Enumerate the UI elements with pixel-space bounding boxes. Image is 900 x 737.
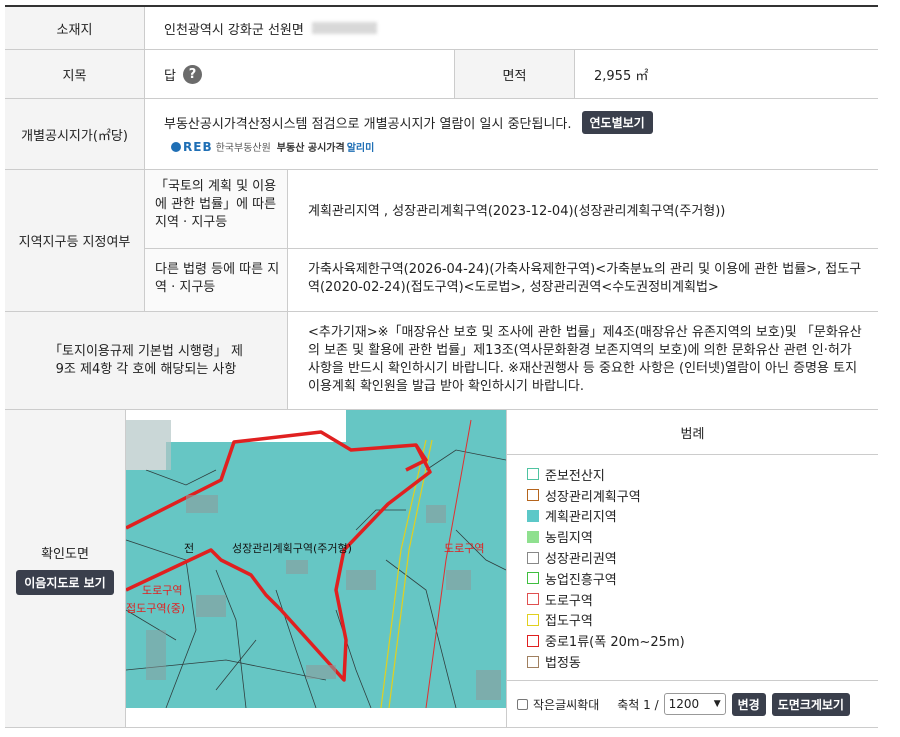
legend-item: 중로1류(폭 20m~25m)	[527, 630, 878, 651]
national-law-value: 계획관리지역 , 성장관리계획구역(2023-12-04)(성장관리계획구역(주…	[308, 203, 726, 219]
legend-swatch	[527, 468, 539, 481]
enforcement-value-cell: <추가기재>※「매장유산 보호 및 조사에 관한 법률」제4조(매장유산 유존지…	[288, 312, 878, 409]
map-label-road-left: 도로구역	[142, 584, 183, 597]
legend-label: 접도구역	[545, 614, 593, 630]
official-price-notice: 부동산공시가격산정시스템 점검으로 개별공시지가 열람이 일시 중단됩니다.	[164, 117, 572, 132]
row-map: 확인도면 이음지도로 보기 성장관리계획구역(주거형) 도로구역 전 도로구역 …	[5, 410, 878, 728]
legend-label: 성장관리권역	[545, 552, 617, 568]
map-label-zone: 성장관리계획구역(주거형)	[232, 542, 352, 555]
reb-logo-icon	[171, 141, 181, 152]
enforcement-label: 「토지이용규제 기본법 시행령」 제9조 제4항 각 호에 해당되는 사항	[49, 343, 243, 377]
legend-item: 성장관리계획구역	[527, 485, 878, 506]
reb-logo[interactable]: REB 한국부동산원 부동산 공시가격 알리미	[164, 139, 864, 154]
zoning-label: 지역지구등 지정여부	[5, 170, 145, 311]
scale-label: 축척 1 /	[617, 697, 659, 712]
scale-select-value: 1200	[668, 697, 700, 711]
reb-logo-org: 한국부동산원	[215, 143, 271, 154]
legend-item: 준보전산지	[527, 464, 878, 485]
chevron-down-icon: ▼	[713, 699, 721, 709]
legend-label: 계획관리지역	[545, 510, 617, 526]
reb-logo-service-accent: 알리미	[346, 143, 375, 154]
legend-label: 중로1류(폭 20m~25m)	[545, 635, 685, 651]
row-location: 소재지 인천광역시 강화군 선원면	[5, 7, 878, 50]
enforcement-value: <추가기재>※「매장유산 보호 및 조사에 관한 법률」제4조(매장유산 유존지…	[308, 325, 862, 394]
legend-label: 성장관리계획구역	[545, 489, 641, 505]
small-text-label: 작은글씨확대	[533, 697, 600, 712]
legend-item: 접도구역	[527, 610, 878, 631]
year-view-button[interactable]: 연도별보기	[581, 111, 653, 134]
national-law-label-cell: 「국토의 계획 및 이용에 관한 법률」에 따른 지역 · 지구등	[145, 170, 288, 249]
small-text-checkbox[interactable]	[517, 698, 528, 710]
legend-list: 준보전산지성장관리계획구역계획관리지역농림지역성장관리권역농업진흥구역도로구역접…	[507, 455, 878, 672]
large-map-button[interactable]: 도면크게보기	[771, 692, 850, 716]
row-category-area: 지목 답 ? 면적 2,955 ㎡	[5, 50, 878, 99]
area-label: 면적	[455, 50, 575, 98]
legend-swatch	[527, 489, 539, 502]
legend-item: 성장관리권역	[527, 547, 878, 568]
other-law-label: 다른 법령 등에 따른 지역 · 지구등	[155, 262, 280, 295]
other-law-value-cell: 가축사육제한구역(2026-04-24)(가축사육제한구역)<가축분뇨의 관리 …	[288, 249, 878, 311]
legend-swatch	[527, 572, 539, 585]
area-value: 2,955 ㎡	[594, 68, 649, 84]
map-image[interactable]: 성장관리계획구역(주거형) 도로구역 전 도로구역 접도구역(중)	[126, 410, 506, 708]
row-official-price: 개별공시지가(㎡당) 부동산공시가격산정시스템 점검으로 개별공시지가 열람이 …	[5, 99, 878, 170]
location-label: 소재지	[5, 7, 145, 49]
legend-item: 농업진흥구역	[527, 568, 878, 589]
official-price-label: 개별공시지가(㎡당)	[5, 99, 145, 169]
legend-label: 도로구역	[545, 593, 593, 609]
redacted-address	[311, 22, 377, 34]
row-zoning: 지역지구등 지정여부 「국토의 계획 및 이용에 관한 법률」에 따른 지역 ·…	[5, 170, 878, 312]
national-law-label: 「국토의 계획 및 이용에 관한 법률」에 따른 지역 · 지구등	[155, 179, 277, 230]
map-label-road-left2: 접도구역(중)	[126, 602, 186, 615]
legend-title: 범례	[507, 410, 878, 455]
legend-label: 법정동	[545, 656, 581, 672]
map-view-button[interactable]: 이음지도로 보기	[16, 569, 114, 595]
land-category-value: 답	[164, 68, 176, 84]
land-use-table: 소재지 인천광역시 강화군 선원면 지목 답 ? 면적 2,955 ㎡ 개별공시…	[5, 5, 878, 728]
map-svg	[126, 410, 506, 708]
scale-select[interactable]: 1200 ▼	[663, 693, 726, 715]
legend-item: 계획관리지역	[527, 506, 878, 527]
legend-label: 농업진흥구역	[545, 572, 617, 588]
map-label-parcel: 전	[184, 542, 195, 555]
location-value: 인천광역시 강화군 선원면	[145, 7, 377, 49]
question-icon[interactable]: ?	[182, 64, 202, 84]
map-label-cell: 확인도면 이음지도로 보기	[5, 410, 126, 727]
map-label-road: 도로구역	[444, 542, 485, 555]
legend-panel: 범례 준보전산지성장관리계획구역계획관리지역농림지역성장관리권역농업진흥구역도로…	[506, 410, 878, 680]
legend-label: 준보전산지	[545, 468, 605, 484]
land-category-value-cell: 답 ?	[145, 50, 455, 98]
reb-logo-mark: REB	[183, 139, 213, 154]
legend-swatch	[527, 530, 539, 543]
map-label: 확인도면	[41, 546, 89, 562]
other-law-label-cell: 다른 법령 등에 따른 지역 · 지구등	[145, 249, 288, 311]
legend-item: 도로구역	[527, 589, 878, 610]
legend-item: 농림지역	[527, 526, 878, 547]
enforcement-label-cell: 「토지이용규제 기본법 시행령」 제9조 제4항 각 호에 해당되는 사항	[5, 312, 288, 409]
other-law-value: 가축사육제한구역(2026-04-24)(가축사육제한구역)<가축분뇨의 관리 …	[308, 262, 862, 295]
national-law-value-cell: 계획관리지역 , 성장관리계획구역(2023-12-04)(성장관리계획구역(주…	[288, 170, 878, 249]
legend-swatch	[527, 551, 539, 564]
legend-swatch	[527, 593, 539, 606]
row-enforcement: 「토지이용규제 기본법 시행령」 제9조 제4항 각 호에 해당되는 사항 <추…	[5, 312, 878, 410]
land-category-label: 지목	[5, 50, 145, 98]
reb-logo-service: 부동산 공시가격	[276, 143, 345, 154]
map-controls: 작은글씨확대 축척 1 / 1200 ▼ 변경 도면크게보기	[506, 680, 878, 727]
legend-label: 농림지역	[545, 531, 593, 547]
official-price-cell: 부동산공시가격산정시스템 점검으로 개별공시지가 열람이 일시 중단됩니다. 연…	[164, 111, 864, 154]
scale-change-button[interactable]: 변경	[731, 692, 766, 716]
legend-swatch	[527, 613, 539, 626]
legend-swatch	[527, 655, 539, 668]
legend-item: 법정동	[527, 651, 878, 672]
legend-swatch	[527, 509, 539, 522]
legend-swatch	[527, 634, 539, 647]
